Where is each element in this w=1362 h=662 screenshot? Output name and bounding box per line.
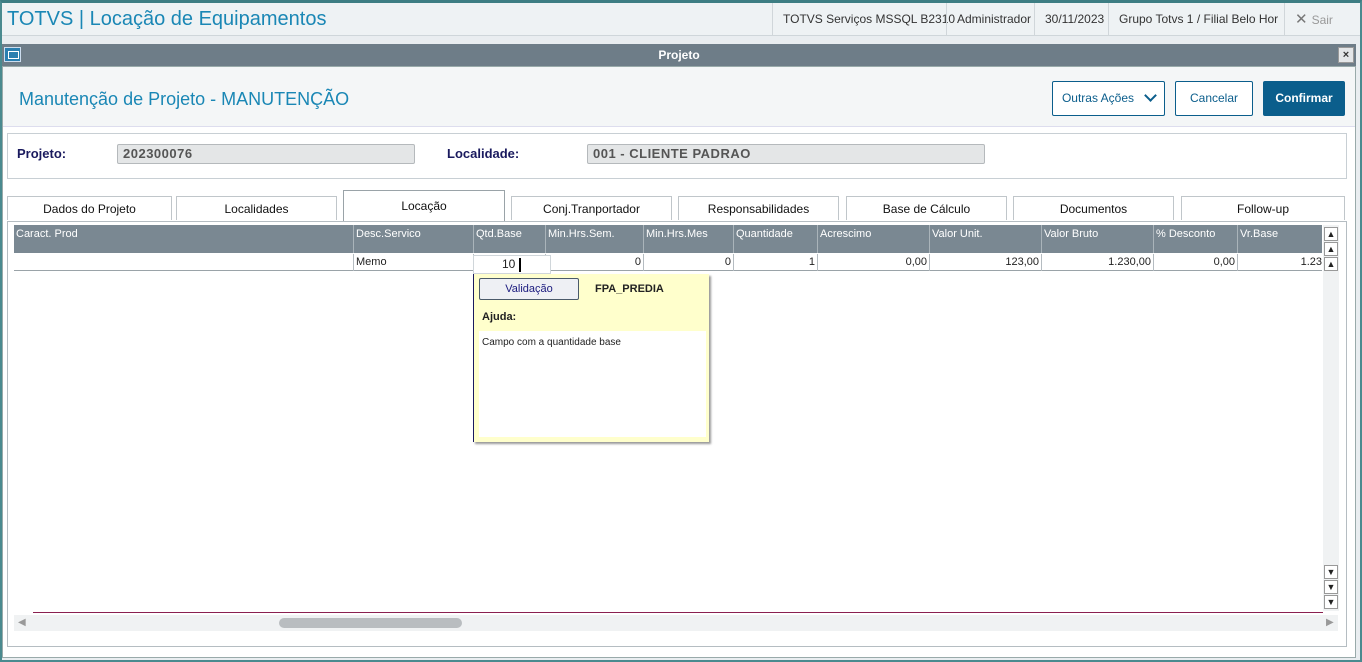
tab-follow-up[interactable]: Follow-up — [1181, 196, 1345, 220]
column-header[interactable]: Vr.Base — [1238, 225, 1322, 253]
column-header[interactable]: Desc.Servico — [354, 225, 474, 253]
project-field: 202300076 — [117, 144, 415, 164]
other-actions-label: Outras Ações — [1061, 91, 1135, 105]
table-cell[interactable]: 0,00 — [818, 254, 930, 271]
tab-base-de-calculo[interactable]: Base de Cálculo — [846, 196, 1007, 220]
column-header[interactable]: Qtd.Base — [474, 225, 546, 253]
dialog-title: Projeto — [658, 48, 700, 62]
tab-localidades[interactable]: Localidades — [176, 196, 337, 220]
location-field: 001 - CLIENTE PADRAO — [587, 144, 985, 164]
user-label: Administrador — [946, 3, 1041, 36]
validate-button[interactable]: Validação — [479, 278, 579, 300]
table-cell[interactable]: 0,00 — [1154, 254, 1238, 271]
exit-label: Sair — [1311, 13, 1333, 27]
qtd-base-input[interactable]: 10 — [473, 255, 551, 274]
tab-responsabilidades[interactable]: Responsabilidades — [678, 196, 839, 220]
table-row[interactable]: Memo 0 0 1 0,00 123,00 1.230,00 0,00 1.2… — [14, 254, 1322, 271]
help-text: Campo com a quantidade base — [479, 331, 706, 437]
exit-button[interactable]: ✕ Sair — [1284, 3, 1360, 36]
scroll-top-icon[interactable]: ▲ — [1324, 227, 1338, 241]
table-cell[interactable]: 1 — [734, 254, 818, 271]
scroll-page-up-icon[interactable]: ▲ — [1324, 242, 1338, 256]
tab-documentos[interactable]: Documentos — [1013, 196, 1174, 220]
horizontal-scrollbar[interactable]: ◀ ▶ — [14, 615, 1338, 631]
chevron-down-icon — [1144, 89, 1157, 102]
column-header[interactable]: % Desconto — [1154, 225, 1238, 253]
scroll-up-icon[interactable]: ▲ — [1324, 257, 1338, 271]
page-title: Manutenção de Projeto - MANUTENÇÃO — [19, 89, 350, 109]
field-code: FPA_PREDIA — [595, 283, 664, 295]
table-cell[interactable] — [14, 254, 354, 271]
tab-dados-do-projeto[interactable]: Dados do Projeto — [7, 196, 172, 220]
vertical-scrollbar[interactable]: ▲ ▲ ▲ ▼ ▼ ▼ — [1323, 225, 1339, 611]
table-cell[interactable]: 1.23 — [1238, 254, 1322, 271]
column-header[interactable]: Valor Unit. — [930, 225, 1042, 253]
grid-header: Caract. Prod Desc.Servico Qtd.Base Min.H… — [14, 225, 1322, 253]
scroll-down-icon[interactable]: ▼ — [1324, 565, 1338, 579]
cancel-button[interactable]: Cancelar — [1175, 81, 1253, 116]
table-cell[interactable]: 0 — [546, 254, 644, 271]
scrollbar-thumb[interactable] — [279, 618, 462, 628]
column-header[interactable]: Caract. Prod — [14, 225, 354, 253]
table-cell[interactable]: Memo — [354, 254, 474, 271]
scroll-right-icon[interactable]: ▶ — [1326, 617, 1334, 628]
table-cell[interactable]: 123,00 — [930, 254, 1042, 271]
dialog-header: Manutenção de Projeto - MANUTENÇÃO Outra… — [3, 67, 1355, 127]
dialog-close-button[interactable]: × — [1338, 47, 1354, 63]
close-icon: ✕ — [1295, 11, 1308, 28]
column-header[interactable]: Acrescimo — [818, 225, 930, 253]
text-cursor — [519, 257, 522, 272]
column-header[interactable]: Valor Bruto — [1042, 225, 1154, 253]
dialog-titlebar: Projeto × — [2, 44, 1356, 66]
scroll-left-icon[interactable]: ◀ — [18, 617, 26, 628]
scroll-page-down-icon[interactable]: ▼ — [1324, 580, 1338, 594]
table-cell[interactable]: 1.230,00 — [1042, 254, 1154, 271]
confirm-button[interactable]: Confirmar — [1263, 81, 1345, 116]
location-label: Localidade: — [447, 146, 520, 161]
scroll-bottom-icon[interactable]: ▼ — [1324, 595, 1338, 609]
app-title: TOTVS | Locação de Equipamentos — [7, 8, 327, 30]
tab-locacao[interactable]: Locação — [343, 190, 505, 221]
column-header[interactable]: Quantidade — [734, 225, 818, 253]
column-header[interactable]: Min.Hrs.Mes — [644, 225, 734, 253]
other-actions-button[interactable]: Outras Ações — [1052, 81, 1165, 116]
app-header: TOTVS | Locação de Equipamentos TOTVS Se… — [2, 3, 1360, 36]
branch-label: Grupo Totvs 1 / Filial Belo Hor — [1108, 3, 1288, 36]
date-label: 30/11/2023 — [1034, 3, 1114, 36]
project-label: Projeto: — [17, 146, 67, 161]
help-popup: Validação FPA_PREDIA Ajuda: Campo com a … — [473, 274, 709, 442]
tab-conj-transportador[interactable]: Conj.Tranportador — [511, 196, 672, 220]
grid-footer-line — [33, 612, 1323, 613]
environment-label: TOTVS Serviços MSSQL B2310 — [772, 3, 965, 36]
help-heading: Ajuda: — [482, 311, 517, 323]
dialog-body: Manutenção de Projeto - MANUTENÇÃO Outra… — [2, 66, 1356, 658]
project-info-panel: Projeto: 202300076 Localidade: 001 - CLI… — [7, 133, 1347, 179]
table-cell[interactable]: 0 — [644, 254, 734, 271]
qtd-base-value: 10 — [502, 257, 516, 271]
column-header[interactable]: Min.Hrs.Sem. — [546, 225, 644, 253]
